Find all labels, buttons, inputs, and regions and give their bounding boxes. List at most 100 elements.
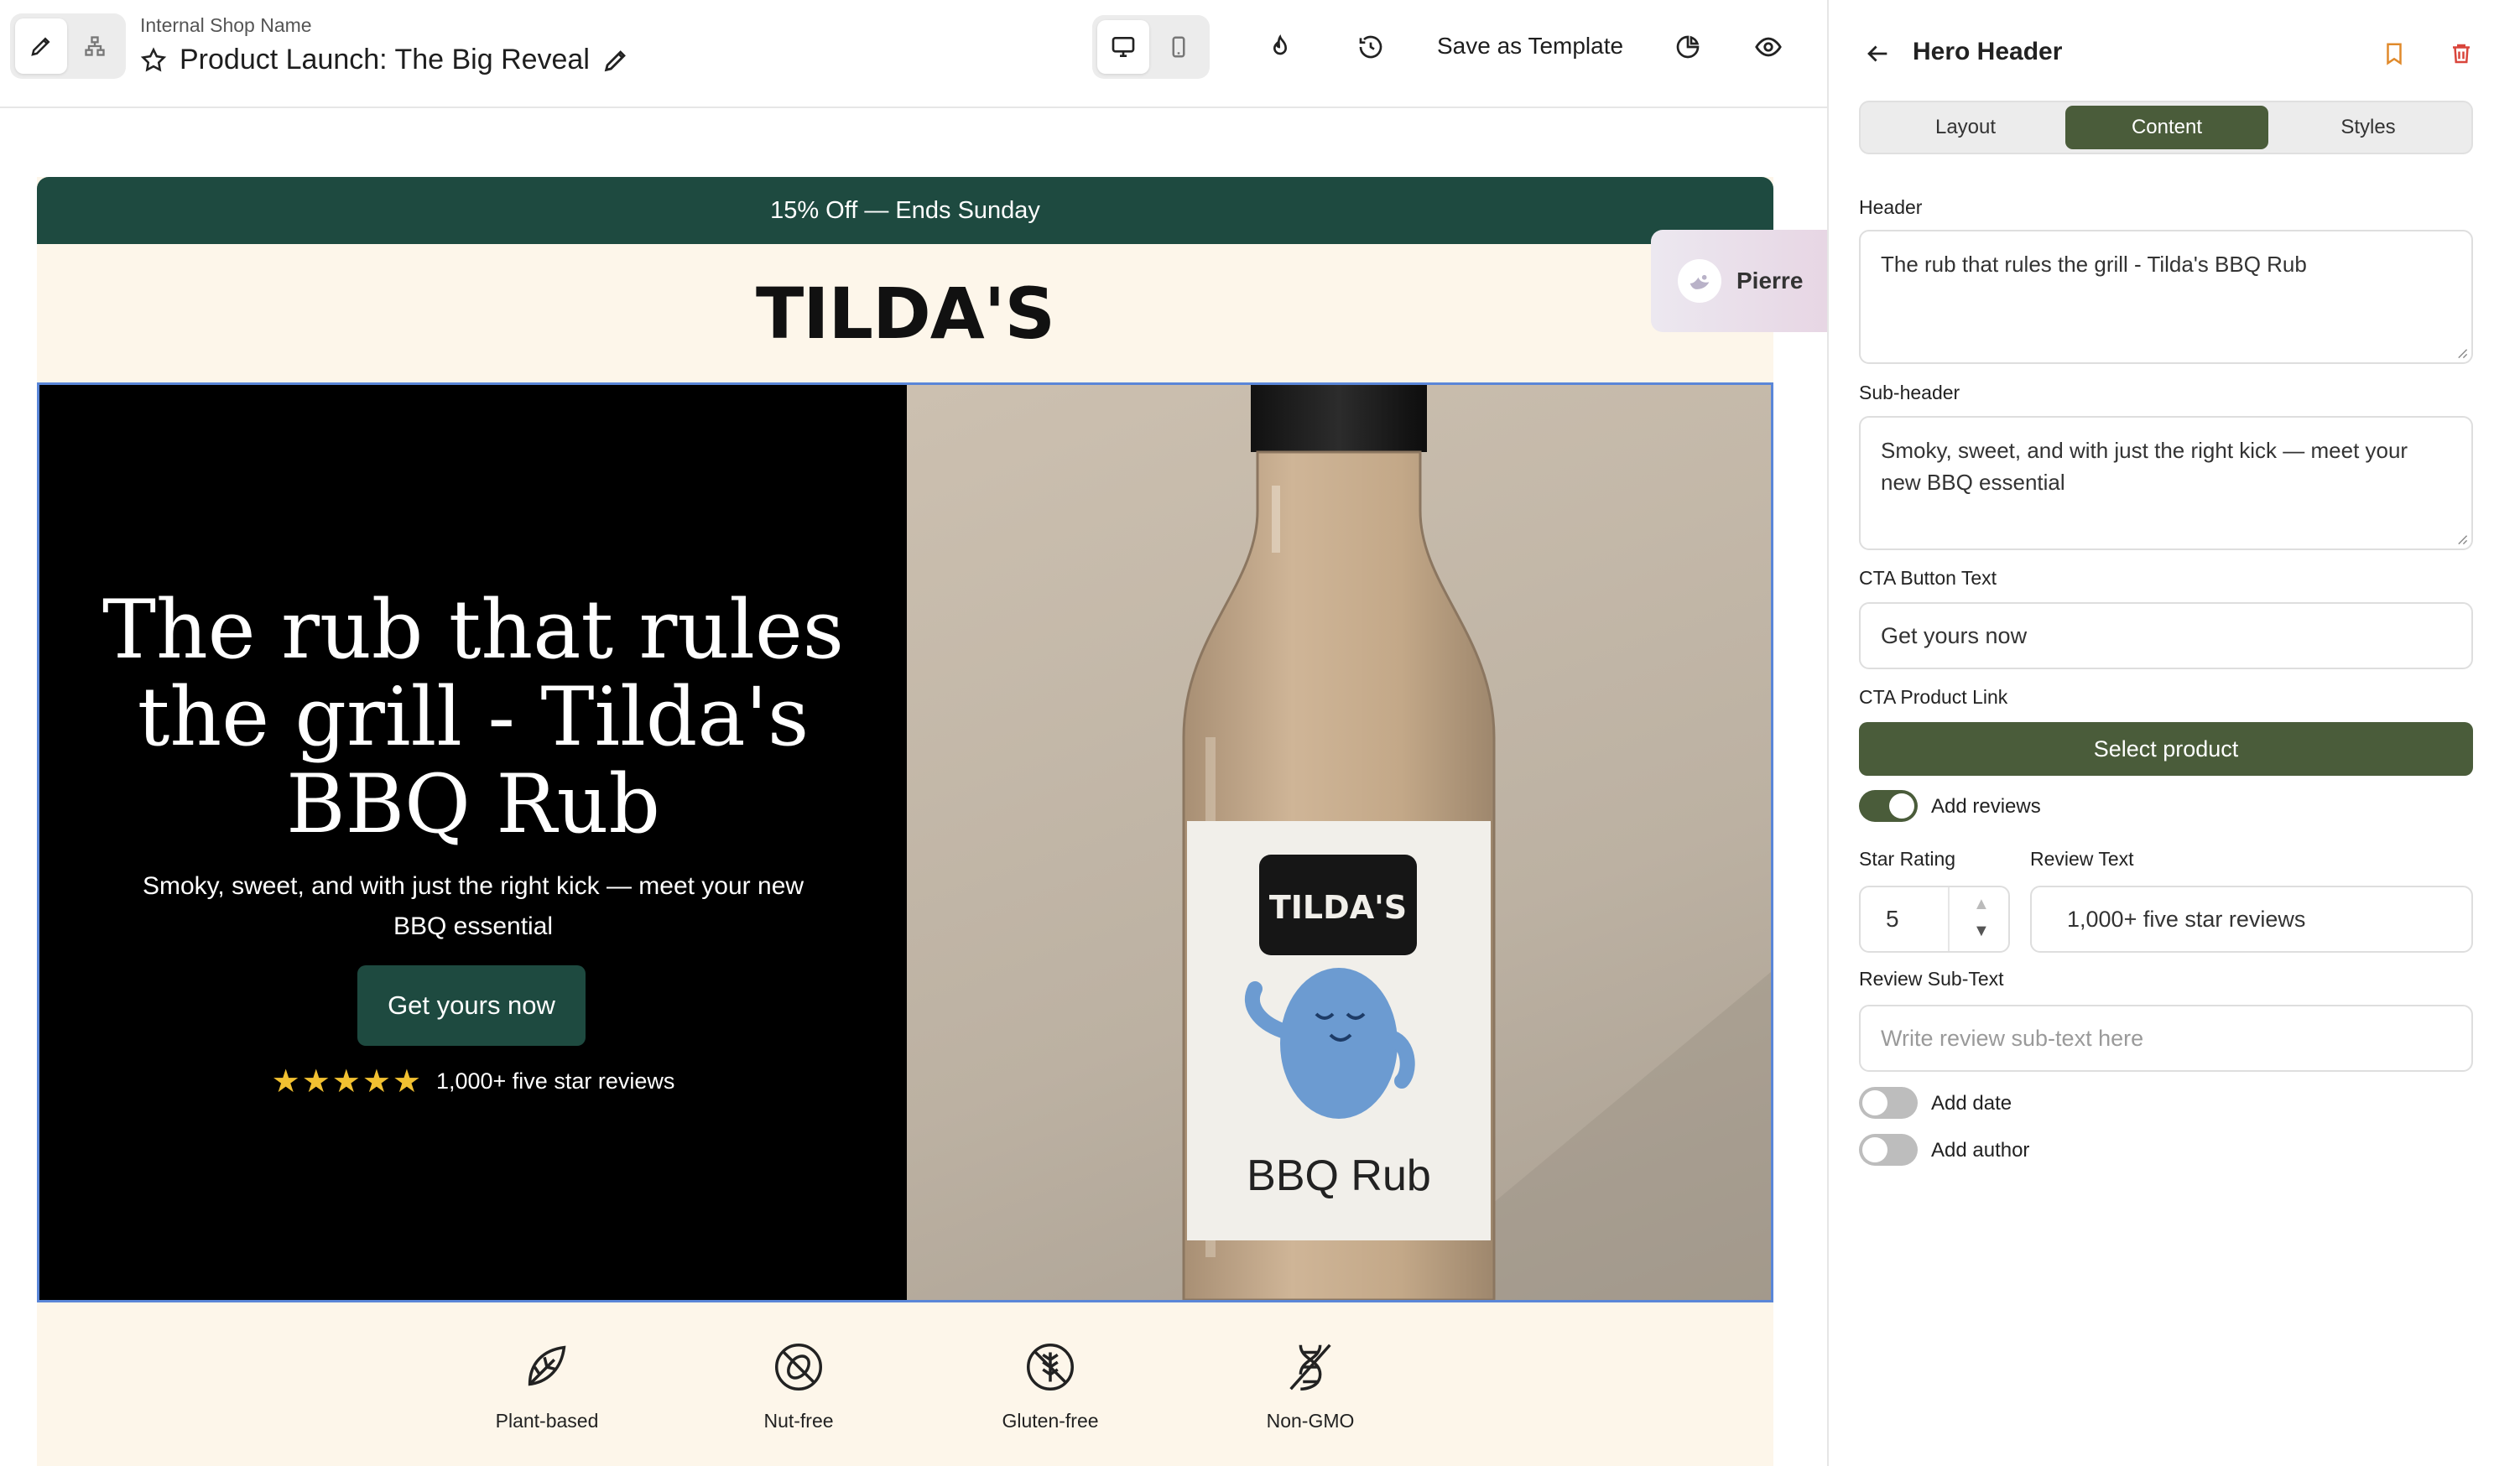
star-rating-stepper[interactable]: 5 ▲ ▼ [1859, 886, 2010, 953]
hero-reviews: ★★★★★ 1,000+ five star reviews [39, 1063, 907, 1100]
flame-button[interactable] [1262, 29, 1299, 65]
add-author-label: Add author [1931, 1139, 2030, 1162]
campaign-title: Product Launch: The Big Reveal [180, 44, 590, 75]
flame-icon [1273, 34, 1288, 55]
review-subtext-input[interactable]: Write review sub-text here [1859, 1005, 2473, 1072]
panel-header: Hero Header [1829, 0, 2520, 101]
bbq-rub-bottle-image: TILDA'S BBQ Rub [1182, 385, 1771, 1300]
stepper-arrows: ▲ ▼ [1948, 887, 2010, 951]
arrow-left-icon [1867, 45, 1887, 62]
badge-label: Gluten-free [1002, 1410, 1099, 1432]
history-icon [1359, 35, 1382, 59]
tab-layout[interactable]: Layout [1864, 106, 2067, 149]
subheader-field-label: Sub-header [1859, 382, 1960, 403]
properties-panel: Hero Header Layout Content Styles Header… [1827, 0, 2520, 1466]
back-button[interactable] [1857, 34, 1898, 74]
add-author-toggle[interactable] [1859, 1134, 1918, 1166]
delete-button[interactable] [2441, 34, 2481, 74]
review-text-input-value: 1,000+ five star reviews [2067, 906, 2306, 932]
cta-text-input[interactable]: Get yours now [1859, 602, 2473, 669]
star-rating-value: 5 [1886, 906, 1899, 932]
pencil-icon [31, 37, 50, 56]
resize-grip-icon[interactable] [2456, 347, 2468, 359]
structure-mode-button[interactable] [69, 18, 121, 74]
badge-label: Non-GMO [1266, 1410, 1355, 1432]
hero-cta-button[interactable]: Get yours now [357, 965, 586, 1046]
email-canvas: 15% Off — Ends Sunday TILDA'S The rub th… [0, 110, 1827, 1466]
star-rating-field-label: Star Rating [1859, 848, 1956, 870]
edit-icon[interactable] [601, 46, 630, 75]
hero-review-text: 1,000+ five star reviews [435, 1068, 675, 1094]
add-date-toggle[interactable] [1859, 1087, 1918, 1119]
collaborator-chip[interactable]: Pierre [1651, 230, 1827, 332]
avatar [1678, 259, 1721, 303]
subheader-textarea[interactable]: Smoky, sweet, and with just the right ki… [1859, 416, 2473, 550]
header-field-label: Header [1859, 196, 1923, 218]
hero-title: The rub that rules the grill - Tilda's B… [102, 583, 845, 851]
review-text-input[interactable]: 1,000+ five star reviews [2030, 886, 2473, 953]
badge-label: Plant-based [495, 1410, 599, 1432]
tab-styles[interactable]: Styles [2267, 106, 2470, 149]
select-product-button[interactable]: Select product [1859, 722, 2473, 776]
history-button[interactable] [1352, 29, 1389, 65]
hero-header-block[interactable]: The rub that rules the grill - Tilda's B… [37, 382, 1773, 1302]
bottle-label-brand: TILDA'S [1269, 889, 1407, 926]
shop-name: Internal Shop Name [140, 14, 312, 36]
bookmark-button[interactable] [2374, 34, 2414, 74]
analytics-button[interactable] [1669, 29, 1706, 65]
leaf-icon [528, 1345, 566, 1386]
bookmark-icon [2387, 43, 2402, 65]
decrement-icon[interactable]: ▼ [1973, 923, 1990, 939]
header-textarea-value: The rub that rules the grill - Tilda's B… [1881, 252, 2307, 277]
brand-logo[interactable]: TILDA'S [37, 244, 1773, 382]
star-rating: ★★★★★ [271, 1064, 423, 1100]
save-as-template-button[interactable]: Save as Template [1437, 33, 1623, 60]
desktop-preview-button[interactable] [1097, 20, 1149, 74]
badge-non-gmo: Non-GMO [1226, 1338, 1394, 1432]
subheader-textarea-value: Smoky, sweet, and with just the right ki… [1881, 438, 2408, 495]
eye-icon [1755, 37, 1782, 57]
panel-tabs: Layout Content Styles [1859, 101, 2473, 154]
device-preview-toggle [1092, 15, 1210, 79]
cta-text-field-label: CTA Button Text [1859, 567, 1997, 589]
badge-gluten-free: Gluten-free [966, 1338, 1134, 1432]
desktop-icon [1112, 36, 1135, 57]
top-toolbar: Internal Shop Name Product Launch: The B… [0, 0, 1827, 108]
bottle-label-name: BBQ Rub [1247, 1151, 1431, 1200]
review-text-field-label: Review Text [2030, 848, 2134, 870]
badge-nut-free: Nut-free [715, 1338, 883, 1432]
cta-text-input-value: Get yours now [1881, 622, 2028, 648]
header-textarea[interactable]: The rub that rules the grill - Tilda's B… [1859, 230, 2473, 364]
tab-content[interactable]: Content [2065, 106, 2268, 149]
resize-grip-icon[interactable] [2456, 533, 2468, 545]
email-preview: 15% Off — Ends Sunday TILDA'S The rub th… [37, 177, 1773, 1466]
hero-subtitle: Smoky, sweet, and with just the right ki… [142, 872, 804, 940]
preview-button[interactable] [1750, 29, 1787, 65]
badge-plant-based: Plant-based [463, 1338, 631, 1432]
add-reviews-toggle[interactable] [1859, 790, 1918, 822]
mobile-icon [1172, 36, 1185, 58]
promo-banner[interactable]: 15% Off — Ends Sunday [37, 177, 1773, 244]
product-badges: Plant-based Nut-free Gluten-free Non-GMO [37, 1302, 1773, 1466]
hero-product-image: TILDA'S BBQ Rub [907, 385, 1771, 1300]
star-icon[interactable] [139, 46, 168, 75]
trash-icon [2453, 44, 2470, 64]
mobile-preview-button[interactable] [1153, 20, 1205, 74]
promo-text: 15% Off — Ends Sunday [770, 196, 1040, 224]
non-gmo-icon [1289, 1344, 1331, 1391]
editor-mode-toggle [10, 13, 126, 79]
increment-icon[interactable]: ▲ [1973, 896, 1990, 912]
bird-icon [1690, 274, 1710, 289]
cta-link-field-label: CTA Product Link [1859, 686, 2008, 708]
no-nut-icon [775, 1344, 822, 1391]
add-date-label: Add date [1931, 1092, 2012, 1115]
panel-title: Hero Header [1913, 38, 2063, 65]
hero-text-column: The rub that rules the grill - Tilda's B… [39, 385, 907, 1300]
badge-label: Nut-free [763, 1410, 834, 1432]
campaign-title-row: Product Launch: The Big Reveal [139, 44, 630, 76]
edit-mode-button[interactable] [15, 18, 67, 74]
sitemap-icon [85, 36, 105, 56]
pie-chart-icon [1676, 35, 1700, 59]
review-subtext-placeholder: Write review sub-text here [1881, 1025, 2144, 1051]
no-gluten-icon [1027, 1344, 1074, 1391]
